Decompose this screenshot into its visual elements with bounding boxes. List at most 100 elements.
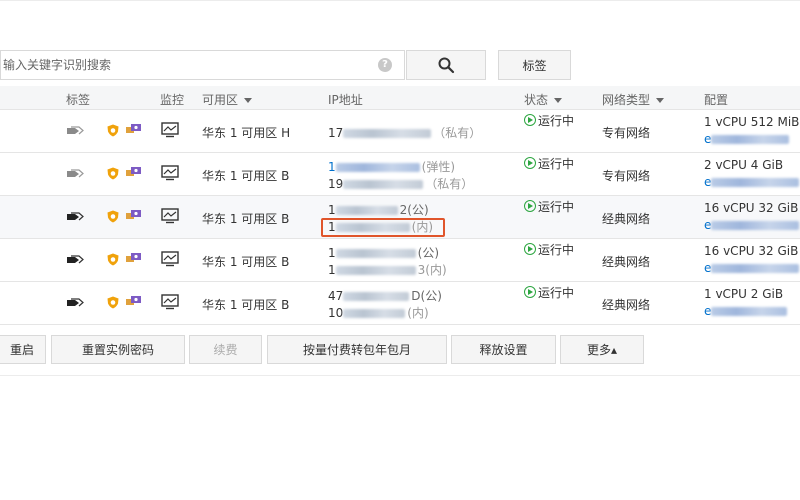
instance-type-link[interactable]: e bbox=[704, 304, 788, 318]
monitor-icon[interactable] bbox=[161, 208, 179, 224]
ip-address: 17 （私有） bbox=[328, 124, 481, 141]
ip-type: （私有） bbox=[433, 126, 482, 140]
ip-address-internal: 10 (内) bbox=[328, 304, 429, 321]
network-type: 经典网络 bbox=[602, 255, 651, 269]
help-icon[interactable]: ? bbox=[378, 58, 392, 72]
status-running: 运行中 bbox=[524, 285, 584, 301]
tag-icon[interactable] bbox=[66, 298, 84, 308]
instance-type-link[interactable]: e bbox=[704, 132, 790, 146]
ip-prefix: 1 bbox=[328, 246, 336, 260]
instance-table: 标签 监控 可用区 IP地址 状态 网络类型 配置 华东 1 可用区 H 17 （… bbox=[0, 86, 800, 325]
col-zone-label: 可用区 bbox=[202, 93, 239, 107]
redacted-ip bbox=[343, 180, 424, 189]
instance-config: 16 vCPU 32 GiB bbox=[704, 244, 799, 258]
restart-button[interactable]: 重启 bbox=[0, 335, 46, 364]
tag-icon[interactable] bbox=[66, 169, 84, 179]
redacted-ip bbox=[343, 309, 406, 318]
ip-type: (内) bbox=[407, 306, 429, 320]
zone-text: 华东 1 可用区 B bbox=[202, 298, 290, 312]
redacted-ip bbox=[343, 292, 410, 301]
chevron-down-icon bbox=[554, 98, 563, 103]
col-network-label: 网络类型 bbox=[602, 93, 651, 107]
status-running: 运行中 bbox=[524, 113, 584, 129]
instance-config: 1 vCPU 2 GiB bbox=[704, 287, 784, 301]
monitor-icon[interactable] bbox=[161, 165, 179, 181]
running-icon bbox=[524, 243, 536, 255]
instance-type-link[interactable]: e bbox=[704, 261, 800, 275]
billing-icon bbox=[126, 167, 141, 176]
security-shield-icon bbox=[107, 296, 119, 309]
billing-icon bbox=[126, 296, 141, 305]
tag-icon[interactable] bbox=[66, 126, 84, 136]
ip-address-elastic: 1 (弹性) bbox=[328, 158, 455, 175]
ip-address-public: 47 D(公) bbox=[328, 287, 442, 304]
status-text: 运行中 bbox=[538, 243, 575, 257]
chevron-down-icon bbox=[656, 98, 665, 103]
ip-address-public: 1 2(公) bbox=[328, 201, 429, 218]
network-type: 经典网络 bbox=[602, 298, 651, 312]
table-row: 华东 1 可用区 B 1 2(公) 1 (内) 运行中 经典网络 16 vCPU 3… bbox=[0, 196, 800, 239]
col-tag: 标签 bbox=[66, 93, 91, 107]
ip-address-internal: 1 3(内) bbox=[328, 261, 447, 278]
monitor-icon[interactable] bbox=[161, 294, 179, 310]
zone-text: 华东 1 可用区 B bbox=[202, 255, 290, 269]
col-zone[interactable]: 可用区 bbox=[202, 91, 253, 108]
monitor-icon[interactable] bbox=[161, 122, 179, 138]
table-header: 标签 监控 可用区 IP地址 状态 网络类型 配置 bbox=[0, 86, 800, 110]
security-shield-icon bbox=[107, 253, 119, 266]
search-button[interactable] bbox=[406, 50, 486, 80]
tag-filter-button[interactable]: 标签 bbox=[498, 50, 571, 80]
col-monitor: 监控 bbox=[160, 93, 185, 107]
renew-button: 续费 bbox=[189, 335, 262, 364]
search-input[interactable] bbox=[1, 51, 371, 79]
redacted-ip bbox=[343, 129, 432, 138]
status-running: 运行中 bbox=[524, 156, 584, 172]
release-settings-button[interactable]: 释放设置 bbox=[451, 335, 556, 364]
billing-icon bbox=[126, 210, 141, 219]
ip-prefix: 17 bbox=[328, 126, 344, 140]
ip-type: (弹性) bbox=[421, 160, 456, 174]
tag-icon[interactable] bbox=[66, 255, 84, 265]
ip-type: (公) bbox=[417, 246, 440, 260]
more-button[interactable]: 更多▴ bbox=[560, 335, 644, 364]
col-status-label: 状态 bbox=[524, 93, 549, 107]
status-running: 运行中 bbox=[524, 242, 584, 258]
network-type: 经典网络 bbox=[602, 212, 651, 226]
network-type: 专有网络 bbox=[602, 126, 651, 140]
redacted-ip bbox=[335, 163, 420, 172]
ip-prefix: 1 bbox=[328, 220, 336, 234]
ip-address-public: 1 (公) bbox=[328, 244, 439, 261]
ip-prefix: 1 bbox=[328, 263, 336, 277]
running-icon bbox=[524, 114, 536, 126]
status-text: 运行中 bbox=[538, 157, 575, 171]
col-config: 配置 bbox=[704, 93, 729, 107]
running-icon bbox=[524, 200, 536, 212]
ip-prefix: 47 bbox=[328, 289, 344, 303]
reset-password-button[interactable]: 重置实例密码 bbox=[51, 335, 185, 364]
ip-prefix: 1 bbox=[328, 160, 336, 174]
table-row: 华东 1 可用区 B 1 (公) 1 3(内) 运行中 经典网络 16 vCPU 3… bbox=[0, 239, 800, 282]
monitor-icon[interactable] bbox=[161, 251, 179, 267]
ip-type: D(公) bbox=[411, 289, 442, 303]
instance-config: 1 vCPU 512 MiB bbox=[704, 115, 800, 129]
table-row: 华东 1 可用区 H 17 （私有） 运行中 专有网络 1 vCPU 512 Mi… bbox=[0, 110, 800, 153]
col-status[interactable]: 状态 bbox=[524, 91, 563, 108]
ip-type: 3(内) bbox=[417, 263, 447, 277]
running-icon bbox=[524, 157, 536, 169]
ip-prefix: 10 bbox=[328, 306, 344, 320]
col-network[interactable]: 网络类型 bbox=[602, 91, 665, 108]
ip-address-private: 19 （私有） bbox=[328, 175, 473, 192]
table-row: 华东 1 可用区 B 47 D(公) 10 (内) 运行中 经典网络 1 vCPU … bbox=[0, 282, 800, 325]
col-ip: IP地址 bbox=[328, 93, 363, 107]
convert-billing-button[interactable]: 按量付费转包年包月 bbox=[267, 335, 447, 364]
security-shield-icon bbox=[107, 210, 119, 223]
tag-icon[interactable] bbox=[66, 212, 84, 222]
redacted-ip bbox=[335, 266, 416, 275]
ip-prefix: 19 bbox=[328, 177, 344, 191]
chevron-down-icon bbox=[244, 98, 253, 103]
security-shield-icon bbox=[107, 167, 119, 180]
instance-type-link[interactable]: e bbox=[704, 218, 800, 232]
status-text: 运行中 bbox=[538, 200, 575, 214]
instance-type-link[interactable]: e bbox=[704, 175, 800, 189]
action-bar: 重启 重置实例密码 续费 按量付费转包年包月 释放设置 更多▴ bbox=[0, 335, 800, 365]
